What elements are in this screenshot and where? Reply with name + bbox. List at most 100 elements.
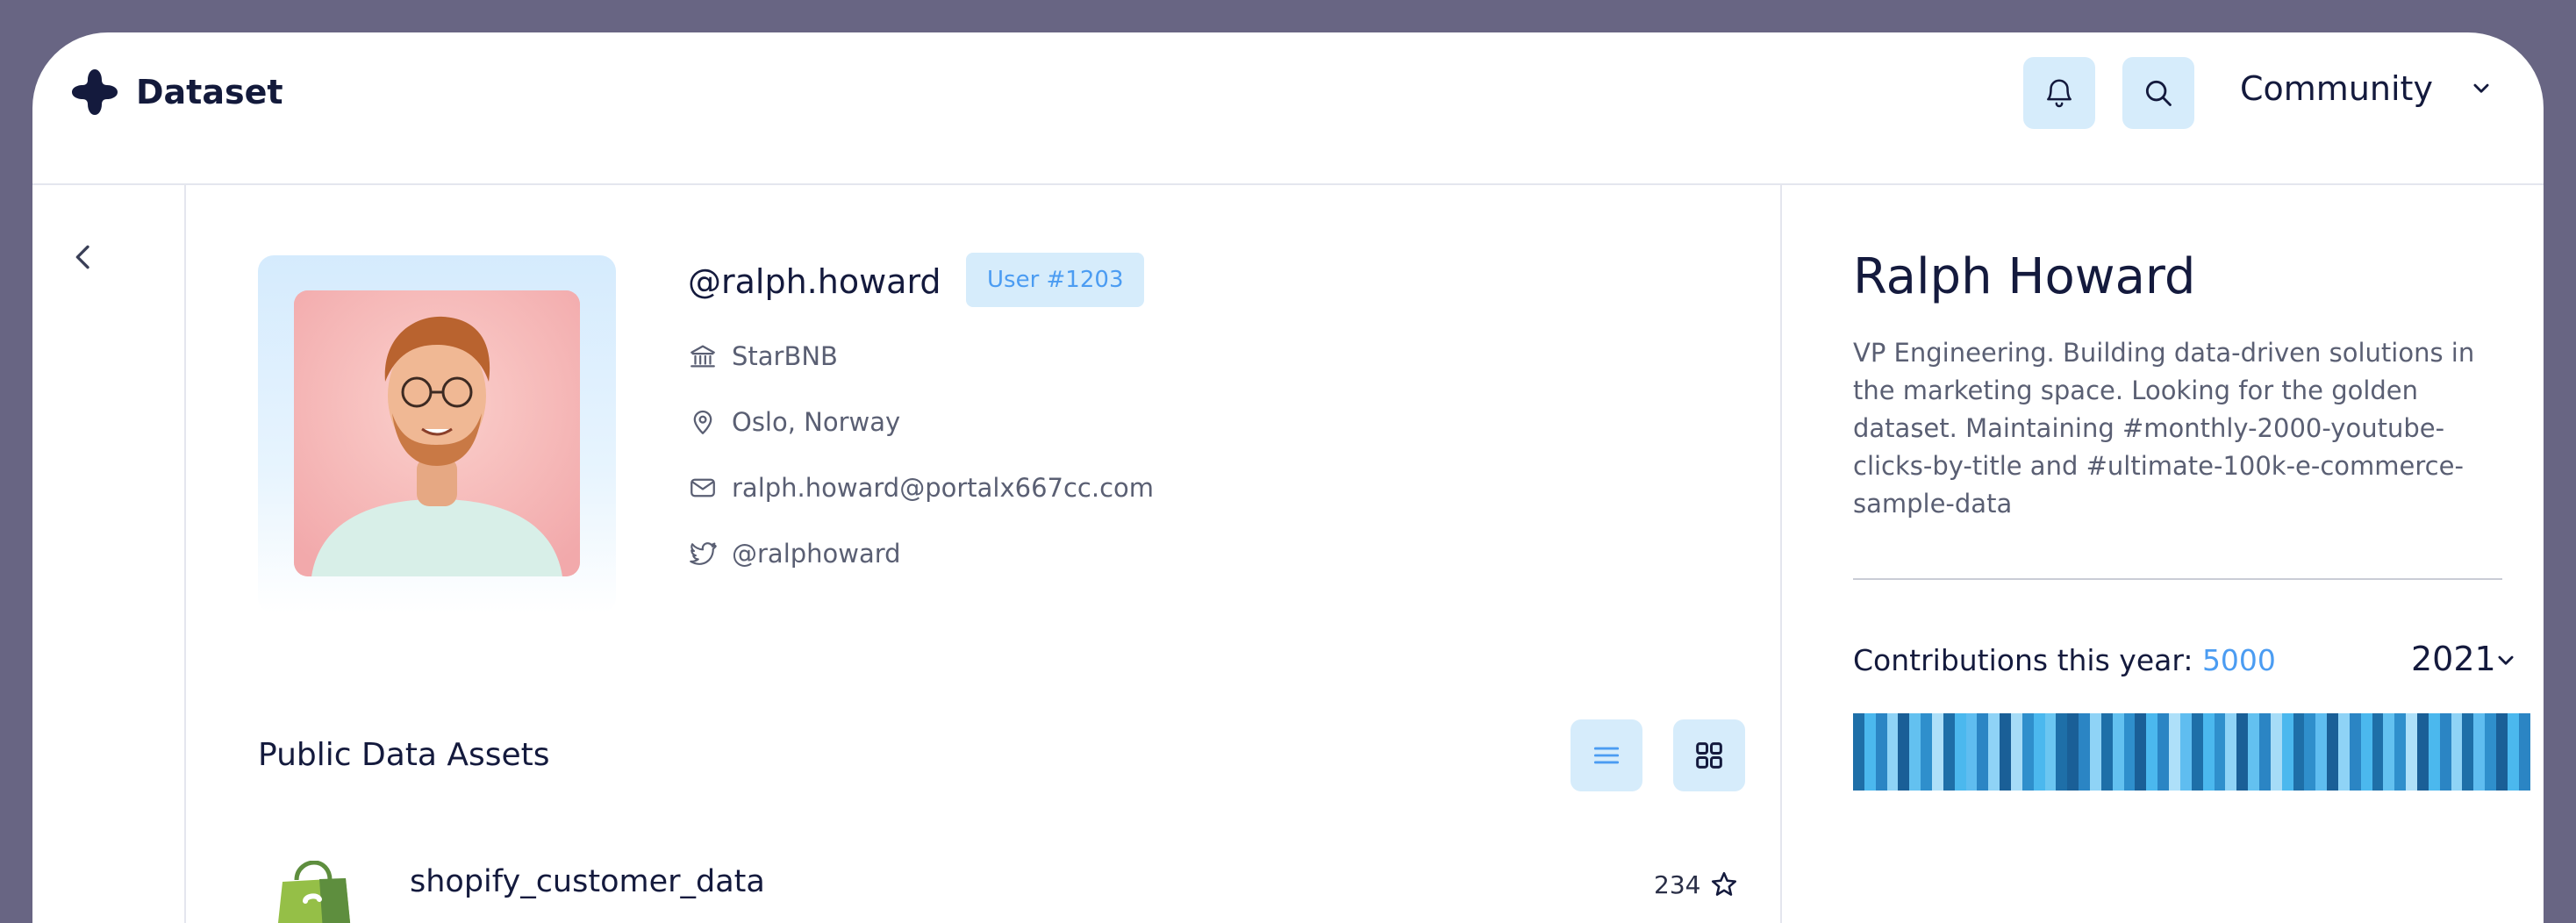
contributions-label: Contributions this year: 5000 — [1853, 641, 2276, 680]
heatmap-cell — [2214, 713, 2226, 791]
list-item[interactable]: shopify_customer_data 234 — [186, 861, 1778, 923]
twitter-icon — [690, 542, 717, 565]
heatmap-cell — [2146, 713, 2158, 791]
grid-icon — [1696, 742, 1722, 769]
twitter-handle[interactable]: @ralphoward — [732, 539, 901, 569]
heatmap-cell — [2394, 713, 2407, 791]
heatmap-cell — [2473, 713, 2486, 791]
asset-name[interactable]: shopify_customer_data — [410, 861, 765, 903]
full-name: Ralph Howard — [1853, 248, 2196, 305]
heatmap-cell — [2225, 713, 2237, 791]
brand-name[interactable]: Dataset — [136, 71, 283, 113]
heatmap-cell — [2304, 713, 2316, 791]
heatmap-cell — [2439, 713, 2451, 791]
user-handle: @ralph.howard — [688, 262, 941, 301]
heatmap-cell — [2056, 713, 2068, 791]
contributions-heatmap — [1853, 713, 2530, 791]
bell-icon — [2047, 79, 2072, 108]
heatmap-cell — [1909, 713, 1921, 791]
heatmap-cell — [2236, 713, 2249, 791]
twitter-row[interactable]: @ralphoward — [688, 536, 901, 571]
list-view-button[interactable] — [1571, 719, 1642, 791]
star-count: 234 — [1654, 870, 1701, 899]
heatmap-cell — [1954, 713, 1966, 791]
heatmap-cell — [2293, 713, 2305, 791]
heatmap-cell — [2123, 713, 2136, 791]
heatmap-cell — [2518, 713, 2530, 791]
logo-icon[interactable] — [70, 68, 119, 117]
heatmap-cell — [2248, 713, 2259, 791]
search-icon — [2145, 80, 2172, 106]
heatmap-cell — [1965, 713, 1978, 791]
section-title: Public Data Assets — [258, 737, 550, 773]
notifications-button[interactable] — [2023, 57, 2095, 129]
chevron-down-icon[interactable] — [2466, 73, 2496, 103]
heatmap-cell — [2112, 713, 2124, 791]
heatmap-cell — [2495, 713, 2508, 791]
contributions-label-text: Contributions this year: — [1853, 643, 2202, 677]
avatar — [294, 290, 580, 576]
heatmap-cell — [1886, 713, 1899, 791]
heatmap-cell — [2179, 713, 2192, 791]
list-icon — [1593, 747, 1620, 764]
heatmap-cell — [2000, 713, 2012, 791]
divider — [1853, 578, 2502, 580]
contributions-count: 5000 — [2201, 643, 2276, 677]
profile-sidebar: Ralph Howard VP Engineering. Building da… — [1780, 185, 2544, 923]
heatmap-cell — [2485, 713, 2496, 791]
company-row: StarBNB — [688, 339, 838, 374]
heatmap-cell — [2327, 713, 2338, 791]
heatmap-cell — [2372, 713, 2384, 791]
back-chevron-icon[interactable] — [66, 240, 101, 275]
heatmap-cell — [1875, 713, 1887, 791]
heatmap-cell — [1921, 713, 1933, 791]
shopify-bag-icon — [277, 861, 351, 923]
star-icon[interactable] — [1709, 869, 1739, 899]
top-bar: Dataset Community — [32, 32, 2544, 185]
location-row: Oslo, Norway — [688, 404, 900, 440]
avatar-frame — [258, 255, 616, 613]
company-name: StarBNB — [732, 341, 838, 371]
heatmap-cell — [2315, 713, 2328, 791]
heatmap-cell — [2270, 713, 2282, 791]
profile-main: @ralph.howard User #1203 StarBNB Oslo, N… — [186, 185, 1778, 923]
heatmap-cell — [2451, 713, 2463, 791]
search-button[interactable] — [2122, 57, 2194, 129]
heatmap-cell — [2406, 713, 2417, 791]
heatmap-cell — [2383, 713, 2395, 791]
heatmap-cell — [2044, 713, 2057, 791]
heatmap-cell — [2067, 713, 2079, 791]
heatmap-cell — [1943, 713, 1955, 791]
heatmap-cell — [2021, 713, 2034, 791]
heatmap-cell — [2011, 713, 2022, 791]
bank-icon — [691, 345, 715, 368]
heatmap-cell — [2507, 713, 2519, 791]
heatmap-cell — [2079, 713, 2091, 791]
heatmap-cell — [2349, 713, 2361, 791]
email-row[interactable]: ralph.howard@portalx667cc.com — [688, 470, 1154, 505]
heatmap-cell — [2135, 713, 2147, 791]
heatmap-cell — [1988, 713, 2000, 791]
heatmap-cell — [2033, 713, 2045, 791]
heatmap-cell — [2258, 713, 2271, 791]
year-select[interactable]: 2021 — [2411, 638, 2496, 680]
heatmap-cell — [2100, 713, 2113, 791]
user-id-badge: User #1203 — [966, 253, 1145, 307]
heatmap-cell — [2416, 713, 2429, 791]
heatmap-cell — [2202, 713, 2215, 791]
bio-text: VP Engineering. Building data-driven sol… — [1853, 338, 2475, 519]
heatmap-cell — [2428, 713, 2440, 791]
heatmap-cell — [2360, 713, 2372, 791]
heatmap-cell — [1864, 713, 1876, 791]
heatmap-cell — [1932, 713, 1943, 791]
grid-view-button[interactable] — [1673, 719, 1745, 791]
location-pin-icon — [693, 410, 712, 434]
email-link[interactable]: ralph.howard@portalx667cc.com — [732, 473, 1154, 503]
location-text: Oslo, Norway — [732, 407, 901, 437]
heatmap-cell — [2462, 713, 2474, 791]
heatmap-cell — [1977, 713, 1989, 791]
heatmap-cell — [2157, 713, 2170, 791]
chevron-down-icon[interactable] — [2491, 645, 2521, 675]
community-menu[interactable]: Community — [2240, 68, 2433, 110]
heatmap-cell — [2169, 713, 2180, 791]
